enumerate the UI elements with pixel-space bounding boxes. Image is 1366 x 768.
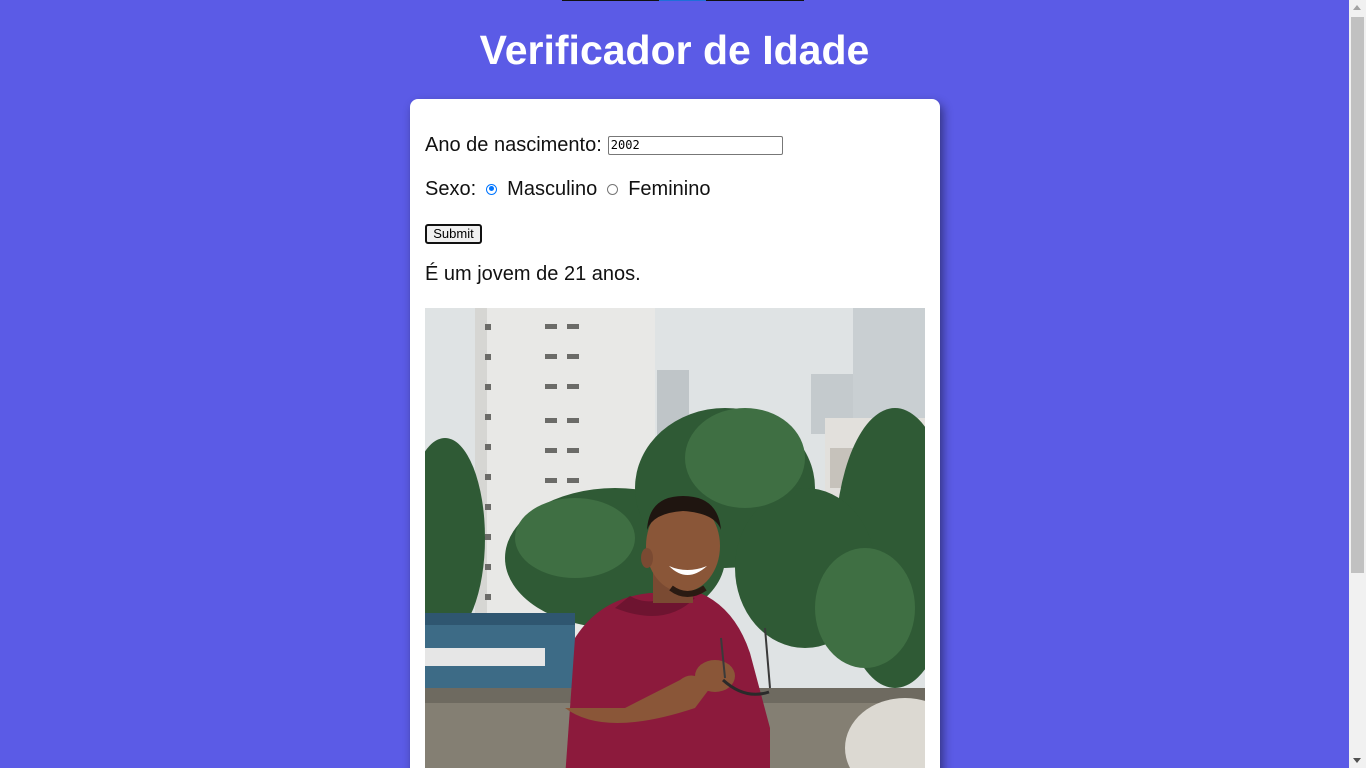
- sex-row: Sexo: Masculino Feminino: [425, 177, 710, 201]
- birth-year-label: Ano de nascimento:: [425, 133, 602, 156]
- radio-masculino-label[interactable]: Masculino: [507, 178, 597, 201]
- radio-feminino-label[interactable]: Feminino: [628, 178, 710, 201]
- page-title: Verificador de Idade: [479, 27, 870, 73]
- radio-masculino[interactable]: [486, 183, 498, 195]
- young-man-photo-icon: [425, 308, 925, 768]
- scroll-up-arrow-icon[interactable]: [1353, 5, 1361, 10]
- birth-year-row: Ano de nascimento:: [425, 133, 783, 157]
- radio-feminino[interactable]: [607, 183, 619, 195]
- birth-year-input[interactable]: [607, 135, 783, 155]
- page-viewport: Verificador de Idade Ano de nascimento: …: [0, 0, 1349, 768]
- submit-button[interactable]: Submit: [425, 224, 482, 244]
- result-text: É um jovem de 21 anos.: [425, 263, 641, 285]
- verifier-card: Ano de nascimento: Sexo: Masculino Femin…: [410, 99, 940, 768]
- page-scrollbar[interactable]: [1349, 0, 1366, 768]
- result-photo: [425, 308, 925, 768]
- sex-label: Sexo:: [425, 177, 477, 200]
- scrollbar-thumb[interactable]: [1351, 17, 1364, 573]
- scroll-down-arrow-icon[interactable]: [1353, 758, 1361, 763]
